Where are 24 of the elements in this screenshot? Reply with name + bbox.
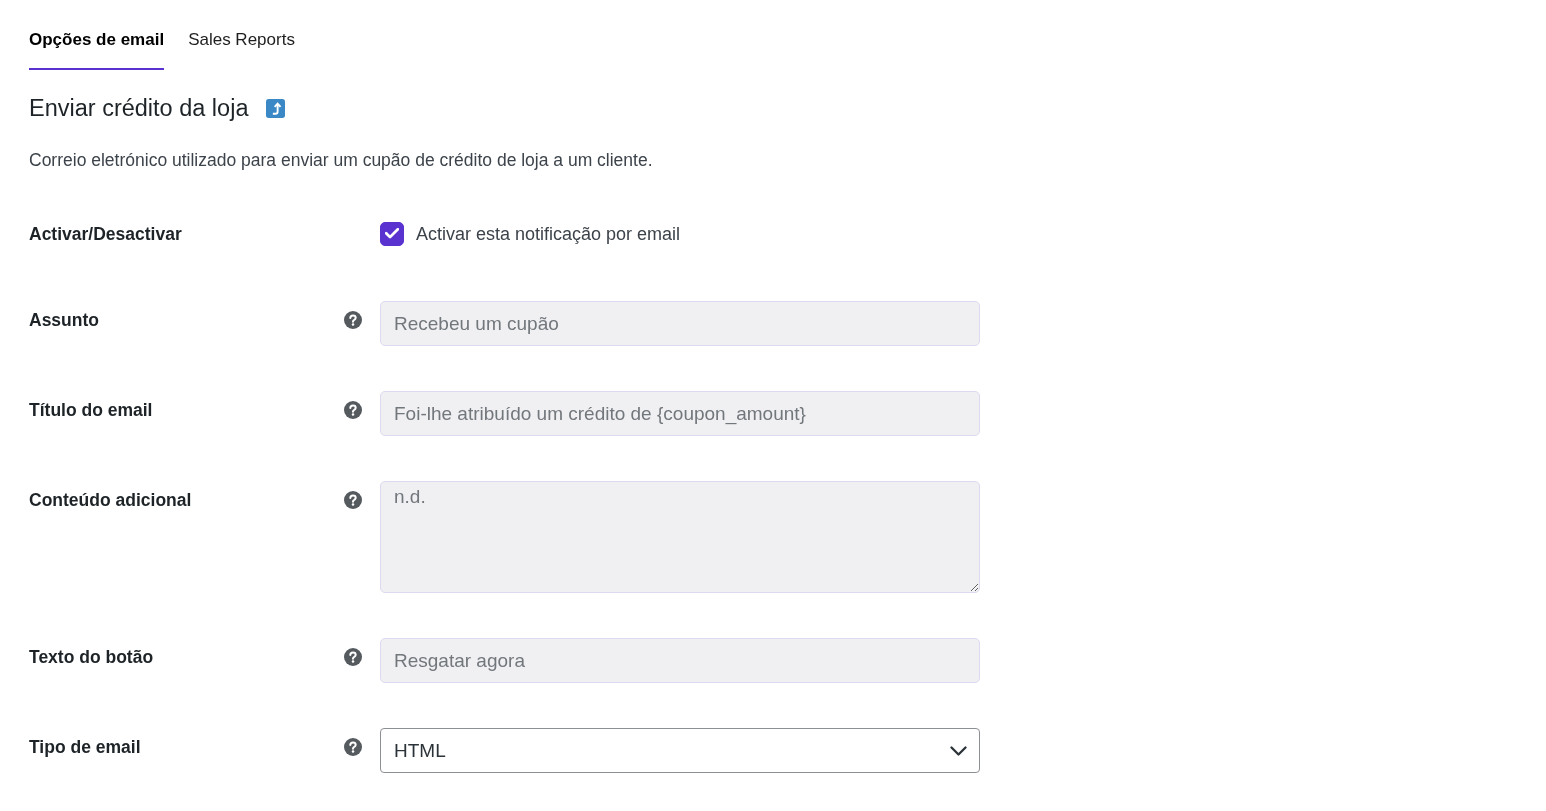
field-label: Conteúdo adicional xyxy=(29,489,192,510)
text-field[interactable]: Resgatar agora xyxy=(380,638,980,683)
check-icon xyxy=(385,228,399,239)
text-field[interactable]: Foi-lhe atribuído um crédito de {coupon_amount} xyxy=(380,391,980,436)
help-icon[interactable] xyxy=(344,401,362,419)
checkbox-label[interactable]: Activar esta notificação por email xyxy=(416,222,681,245)
help-icon[interactable] xyxy=(344,738,362,756)
help-icon[interactable] xyxy=(344,311,362,329)
help-icon[interactable] xyxy=(344,491,362,509)
textarea-field[interactable]: n.d. xyxy=(380,481,980,593)
text-field[interactable]: Recebeu um cupão xyxy=(380,301,980,346)
help-icon[interactable] xyxy=(344,648,362,666)
tab[interactable]: Opções de email xyxy=(29,20,165,70)
section-title: Enviar crédito da loja xyxy=(29,94,249,123)
checkbox[interactable] xyxy=(380,221,404,246)
field-label: Texto do botão xyxy=(29,646,154,667)
tab[interactable]: Sales Reports xyxy=(188,20,295,70)
chevron-down-icon xyxy=(950,745,967,756)
field-label: Assunto xyxy=(29,309,99,330)
field-label: Título do email xyxy=(29,399,153,420)
section-description: Correio eletrónico utilizado para enviar um cupão de crédito de loja a um cliente. xyxy=(29,149,653,171)
field-label: Activar/Desactivar xyxy=(29,223,182,244)
field-label: Tipo de email xyxy=(29,736,141,757)
select-dropdown[interactable]: HTML xyxy=(380,728,980,773)
